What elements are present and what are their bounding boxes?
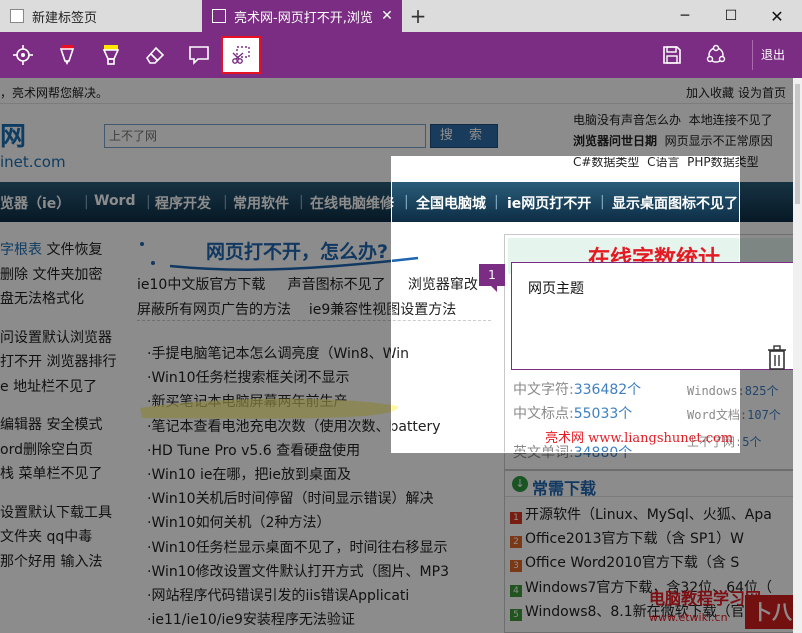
eraser-button[interactable] [135,36,175,74]
ink-toolbar: 退出 [0,32,802,78]
save-button[interactable] [652,36,692,74]
tab-close-button[interactable]: ✕ [372,0,402,32]
add-note-button[interactable] [179,36,219,74]
new-tab-button[interactable]: + [404,0,432,32]
minimize-button[interactable]: ─ [662,0,708,32]
save-icon [663,46,681,64]
scrollbar-thumb[interactable] [795,84,800,204]
highlighter-icon [102,45,120,65]
close-window-button[interactable]: ✕ [754,0,800,32]
note-icon [189,46,209,65]
page-icon [10,9,24,23]
clip-dim-overlay [0,453,802,633]
clip-dim-overlay [0,156,391,453]
touch-write-button[interactable] [3,36,43,74]
pen-icon [59,45,75,65]
tab-new-tab[interactable]: 新建标签页 [0,0,200,32]
note-editor[interactable]: 网页主题 [511,262,802,370]
clip-dim-overlay [0,78,802,156]
exit-button[interactable]: 退出 [752,40,785,70]
highlighter-button[interactable] [91,36,131,74]
touch-write-icon [13,45,33,65]
clip-button[interactable] [221,36,261,74]
delete-note-icon[interactable] [766,345,788,371]
note-text: 网页主题 [528,281,584,297]
share-button[interactable] [696,36,736,74]
note-marker[interactable]: 1 [479,264,505,292]
maximize-button[interactable]: ☐ [708,0,754,32]
inking-page-icon [212,9,226,23]
share-icon [706,44,726,63]
pen-button[interactable] [47,36,87,74]
tab-strip: 新建标签页 亮术网-网页打不开,浏览 ✕ + ─ ☐ ✕ [0,0,802,32]
eraser-icon [146,46,165,64]
clip-icon [232,46,250,64]
tab-label: 亮术网-网页打不开,浏览 [234,10,373,26]
tab-label: 新建标签页 [32,10,98,26]
